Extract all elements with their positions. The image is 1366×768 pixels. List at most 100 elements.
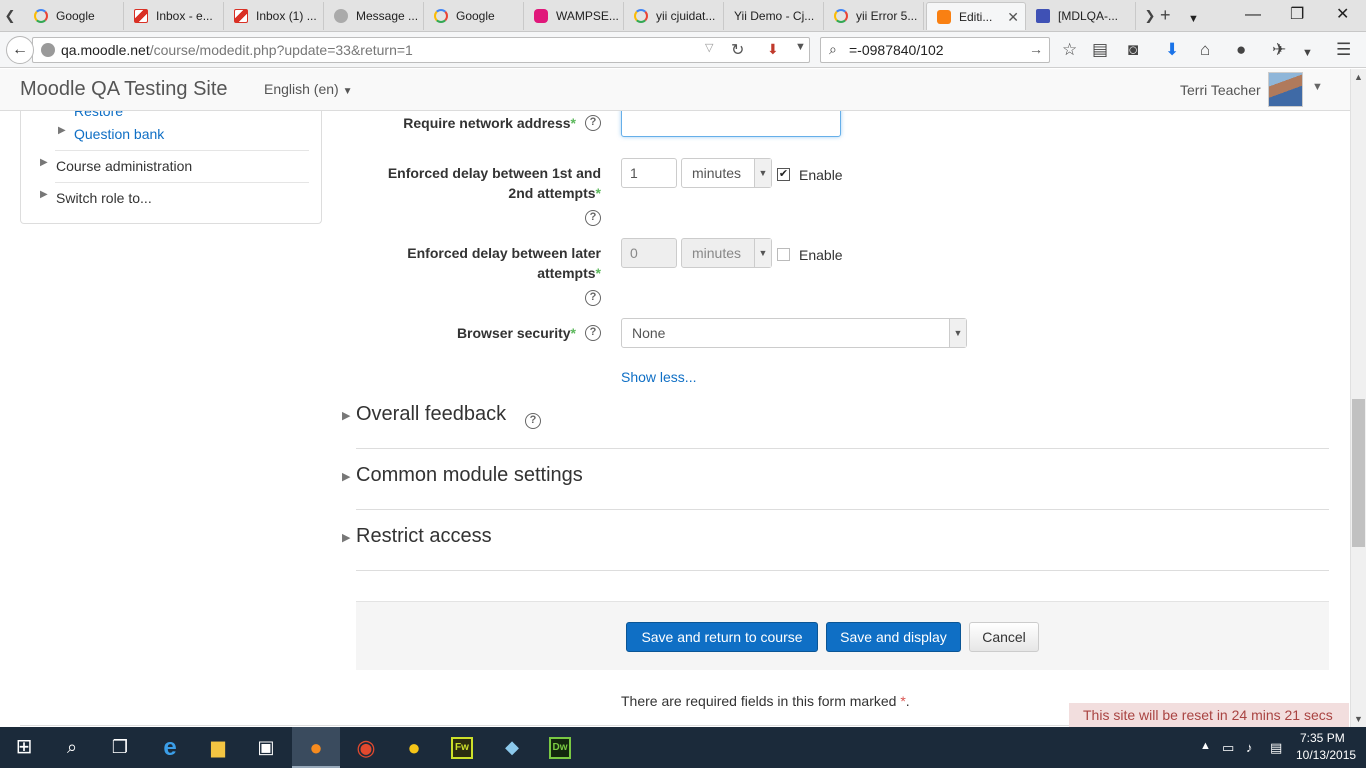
help-icon[interactable]: ?	[585, 210, 601, 226]
scrollbar-thumb[interactable]	[1352, 399, 1365, 547]
enable-label: Enable	[799, 167, 843, 183]
section-title[interactable]: Overall feedback	[356, 403, 506, 426]
task-view-icon[interactable]: ❐	[96, 727, 144, 768]
volume-icon[interactable]: ♪	[1246, 740, 1253, 755]
help-icon[interactable]: ?	[585, 115, 601, 131]
clock-time[interactable]: 7:35 PM	[1300, 731, 1345, 745]
section-title[interactable]: Common module settings	[356, 464, 583, 487]
save-and-display-button[interactable]: Save and display	[826, 622, 961, 652]
section-common-module-settings[interactable]: ▶ Common module settings	[340, 449, 1329, 510]
close-window-icon[interactable]: ✕	[1336, 5, 1349, 25]
new-tab-icon[interactable]: +	[1160, 4, 1171, 26]
browser-tab[interactable]: Inbox - e...	[124, 2, 224, 30]
fireworks-icon[interactable]: Fw	[438, 727, 486, 768]
url-bar[interactable]: qa.moodle.net/course/modedit.php?update=…	[32, 37, 810, 63]
url-text[interactable]: qa.moodle.net/course/modedit.php?update=…	[61, 42, 413, 58]
start-icon[interactable]: ⊞	[0, 727, 48, 768]
tab-scroll-right-icon[interactable]: ❯	[1140, 5, 1160, 27]
downloads-icon[interactable]: ⬇	[1165, 40, 1179, 60]
file-explorer-icon[interactable]: ▆	[194, 727, 242, 768]
menu-hamburger-icon[interactable]: ☰	[1336, 40, 1351, 60]
sidebar-item-restore[interactable]: Restore	[74, 111, 123, 119]
section-overall-feedback[interactable]: ▶ Overall feedback ?	[340, 388, 1329, 449]
expand-triangle-icon[interactable]: ▶	[40, 189, 48, 200]
extension-dropdown-icon[interactable]: ▼	[795, 41, 806, 53]
site-title[interactable]: Moodle QA Testing Site	[20, 78, 228, 101]
browser-tab[interactable]: [MDLQA-...	[1026, 2, 1136, 30]
show-less-link[interactable]: Show less...	[621, 369, 696, 385]
user-name[interactable]: Terri Teacher	[1180, 82, 1261, 98]
addon-icon[interactable]: ✈	[1272, 40, 1286, 60]
browser-tab[interactable]: Inbox (1) ...	[224, 2, 324, 30]
sidebar-item-question-bank[interactable]: Question bank	[74, 126, 164, 142]
help-icon[interactable]: ?	[585, 325, 601, 341]
reload-icon[interactable]: ↻	[731, 40, 744, 60]
app-icon[interactable]: ◆	[488, 727, 536, 768]
language-menu[interactable]: English (en) ▼	[264, 81, 353, 97]
search-go-icon[interactable]: →	[1029, 41, 1043, 57]
cancel-button[interactable]: Cancel	[969, 622, 1039, 652]
search-icon[interactable]: ⌕	[48, 727, 96, 768]
delay-first-enable-checkbox[interactable]: ✔	[777, 168, 790, 181]
note-text: There are required fields in this form m…	[621, 693, 897, 709]
edge-icon[interactable]: e	[146, 727, 194, 768]
home-icon[interactable]: ⌂	[1200, 40, 1210, 60]
browser-tab[interactable]: WAMPSE...	[524, 2, 624, 30]
save-and-return-button[interactable]: Save and return to course	[626, 622, 818, 652]
app-icon[interactable]: ●	[390, 727, 438, 768]
user-menu-caret-icon[interactable]: ▼	[1312, 81, 1323, 93]
scroll-down-icon[interactable]: ▼	[1354, 714, 1363, 724]
page-scrollbar[interactable]: ▲ ▼	[1350, 69, 1366, 727]
browser-tab-active[interactable]: Editi... ✕	[926, 2, 1026, 30]
dreamweaver-icon[interactable]: Dw	[536, 727, 584, 768]
expand-triangle-icon[interactable]: ▶	[58, 125, 66, 136]
tab-scroll-left-icon[interactable]: ❮	[0, 5, 20, 27]
label-text: Browser security	[456, 325, 571, 341]
tray-expand-icon[interactable]: ▲	[1200, 740, 1211, 752]
browser-tab[interactable]: Google	[24, 2, 124, 30]
require-network-input[interactable]	[621, 111, 841, 137]
chrome-icon[interactable]: ◉	[342, 727, 390, 768]
sidebar-item-course-administration[interactable]: Course administration	[56, 158, 192, 174]
message-icon[interactable]: ▤	[1270, 740, 1282, 756]
avatar[interactable]	[1268, 72, 1303, 107]
section-title[interactable]: Restrict access	[356, 525, 492, 548]
sidebar-item-switch-role[interactable]: Switch role to...	[56, 190, 152, 206]
download-blocked-icon[interactable]: ⬇	[767, 41, 779, 58]
minimize-icon[interactable]: —	[1245, 5, 1261, 25]
reading-list-icon[interactable]: ▤	[1092, 40, 1108, 60]
section-restrict-access[interactable]: ▶ Restrict access	[340, 510, 1329, 571]
moodle-header: Moodle QA Testing Site English (en) ▼ Te…	[0, 69, 1350, 111]
administration-block: Restore ▶ Question bank ▶ Course adminis…	[20, 111, 322, 224]
delay-first-unit-select[interactable]: minutes ▼	[681, 158, 772, 188]
back-button[interactable]: ←	[6, 36, 34, 64]
help-icon[interactable]: ?	[525, 413, 541, 429]
delay-first-value-input[interactable]	[621, 158, 677, 188]
help-icon[interactable]: ?	[585, 290, 601, 306]
browser-security-select[interactable]: None ▼	[621, 318, 967, 348]
bookmark-star-icon[interactable]: ☆	[1062, 40, 1077, 60]
pocket-icon[interactable]: ◙	[1128, 40, 1138, 60]
browser-tab[interactable]: yii cjuidat...	[624, 2, 724, 30]
addon-dropdown-icon[interactable]: ▼	[1302, 43, 1313, 63]
network-icon[interactable]: ▭	[1222, 740, 1234, 756]
tab-list-icon[interactable]: ▼	[1188, 9, 1199, 29]
close-tab-icon[interactable]: ✕	[1007, 3, 1019, 30]
moodle-favicon-icon	[937, 10, 951, 24]
browser-tab[interactable]: Message ...	[324, 2, 424, 30]
browser-tab[interactable]: Google	[424, 2, 524, 30]
tab-title: Google	[56, 9, 95, 23]
url-history-dropdown-icon[interactable]: ▽	[705, 41, 713, 54]
clock-date[interactable]: 10/13/2015	[1296, 748, 1356, 762]
expand-triangle-icon[interactable]: ▶	[40, 157, 48, 168]
restore-icon[interactable]: ❐	[1290, 5, 1304, 25]
chat-icon[interactable]: ●	[1236, 40, 1246, 60]
delay-later-enable-checkbox[interactable]	[777, 248, 790, 261]
store-icon[interactable]: ▣	[242, 727, 290, 768]
search-input[interactable]: =-0987840/102	[849, 42, 944, 58]
browser-tab[interactable]: yii Error 5...	[824, 2, 924, 30]
firefox-icon[interactable]: ●	[292, 727, 340, 768]
search-bar[interactable]: ⌕ =-0987840/102 →	[820, 37, 1050, 63]
scroll-up-icon[interactable]: ▲	[1354, 72, 1363, 82]
browser-tab[interactable]: Yii Demo - Cj...	[724, 2, 824, 30]
